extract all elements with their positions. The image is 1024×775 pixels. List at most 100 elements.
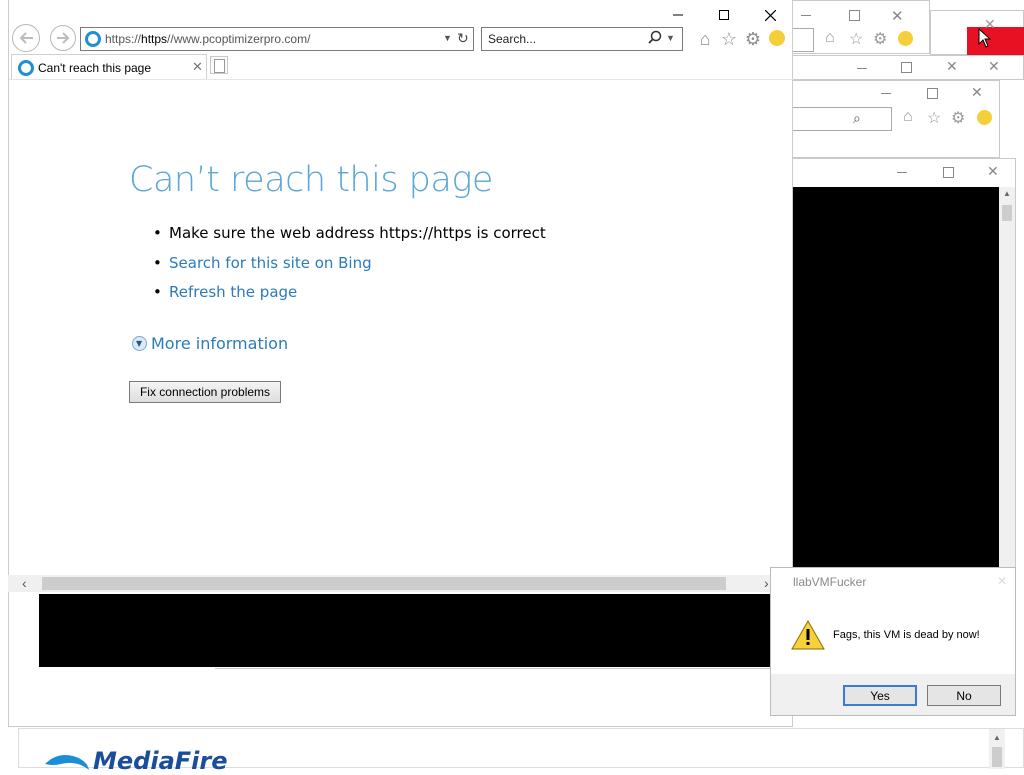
vertical-scrollbar[interactable]: ▲ [989, 729, 1005, 769]
maximize-button[interactable] [701, 0, 747, 30]
search-dropdown-icon[interactable]: ▼ [666, 33, 675, 43]
fix-connection-button[interactable]: Fix connection problems [129, 381, 281, 403]
message-dialog: llabVMFucker ✕ Fags, this VM is dead by … [770, 567, 1016, 716]
dialog-message: Fags, this VM is dead by now! [833, 629, 980, 641]
search-bing-link[interactable]: Search for this site on Bing [169, 254, 372, 272]
refresh-icon[interactable]: ↻ [457, 30, 469, 47]
mediafire-flame-icon [45, 755, 89, 770]
address-bar[interactable]: https://https//www.pcoptimizerpro.com/ ▼… [80, 27, 474, 51]
smiley-icon[interactable] [769, 30, 785, 46]
close-icon[interactable]: ✕ [988, 58, 1000, 75]
minimize-icon[interactable] [857, 68, 867, 69]
refresh-page-link[interactable]: Refresh the page [169, 283, 297, 301]
background-window-2: ✕ [930, 10, 1024, 55]
forward-arrow-icon [57, 32, 70, 44]
favorites-icon[interactable]: ☆ [719, 29, 739, 49]
maximize-icon[interactable] [927, 88, 938, 99]
black-content-area [39, 594, 773, 667]
ie-logo-icon [85, 31, 101, 47]
scroll-thumb[interactable] [42, 577, 726, 590]
ie-logo-icon [18, 60, 34, 76]
smiley-icon[interactable] [977, 110, 992, 125]
scroll-up-arrow[interactable]: ▲ [1003, 189, 1011, 198]
mediafire-logo: MediaFire [43, 747, 228, 775]
search-icon[interactable] [648, 30, 662, 47]
yes-button[interactable]: Yes [843, 685, 917, 706]
close-icon[interactable]: ✕ [946, 58, 958, 75]
close-icon[interactable]: ✕ [891, 7, 904, 25]
minimize-button[interactable] [655, 0, 701, 30]
dialog-close-icon[interactable]: ✕ [997, 574, 1007, 588]
bullet-refresh: • Refresh the page [153, 283, 298, 301]
underlying-window-edge [215, 668, 775, 669]
scroll-left-arrow[interactable]: ‹ [22, 575, 27, 591]
tab-title: Can't reach this page [38, 61, 152, 75]
minimize-icon[interactable] [881, 93, 891, 94]
bullet-search-bing: • Search for this site on Bing [153, 254, 372, 272]
warning-icon [791, 619, 825, 653]
vertical-scrollbar[interactable]: ▲ [999, 187, 1015, 567]
new-tab-button[interactable] [210, 56, 228, 74]
address-path: //www.pcoptimizerpro.com/ [167, 32, 311, 46]
cursor-arrow-icon [978, 27, 992, 48]
close-icon[interactable]: ✕ [987, 163, 999, 180]
address-fragment[interactable] [791, 28, 814, 52]
horizontal-scrollbar[interactable]: ‹ › [8, 575, 784, 592]
mouse-cursor [978, 27, 992, 51]
background-window-3: ✕ ✕ [790, 55, 1024, 80]
mediafire-brand: MediaFire [93, 747, 228, 775]
bullet-check-address: • Make sure the web address https://https… [153, 224, 546, 242]
gear-icon[interactable]: ⚙ [743, 29, 763, 49]
minimize-icon[interactable] [801, 15, 811, 16]
address-dropdown-icon[interactable]: ▼ [443, 33, 452, 43]
search-input[interactable]: Search... [488, 32, 536, 46]
minimize-icon[interactable] [897, 172, 907, 173]
no-button[interactable]: No [927, 685, 1001, 706]
address-host: https [141, 32, 168, 46]
background-window-1: ✕ ⌂ ☆ ⚙ [790, 0, 930, 54]
search-box-fragment[interactable]: ⌕ [791, 107, 892, 131]
background-window-4: ✕ ⌕ ⌂ ☆ ⚙ [790, 80, 1000, 158]
more-information-label: More information [151, 334, 289, 353]
maximize-icon [719, 10, 729, 20]
maximize-icon[interactable] [849, 10, 860, 21]
maximize-icon[interactable] [901, 62, 912, 73]
minimize-icon [673, 14, 683, 16]
tab-active[interactable]: Can't reach this page ✕ [11, 54, 207, 80]
page-title: Can’t reach this page [129, 160, 493, 200]
home-icon[interactable]: ⌂ [825, 29, 835, 47]
more-information-toggle[interactable]: ▼ More information [132, 334, 288, 353]
forward-button[interactable] [50, 25, 76, 51]
search-box[interactable]: Search... ▼ [481, 27, 683, 51]
back-button[interactable] [12, 24, 40, 52]
address-text[interactable]: https://https//www.pcoptimizerpro.com/ [105, 32, 310, 46]
background-window-mediafire: MediaFire ▲ [18, 728, 1024, 775]
magnifier-icon [648, 30, 662, 44]
home-icon[interactable]: ⌂ [903, 108, 913, 126]
scroll-thumb[interactable] [1002, 205, 1012, 221]
maximize-icon[interactable] [943, 167, 954, 178]
gear-icon[interactable]: ⚙ [873, 29, 887, 49]
close-icon [764, 9, 776, 21]
favorites-icon[interactable]: ☆ [849, 29, 863, 49]
chevron-down-icon: ▼ [132, 336, 147, 351]
scroll-up-arrow[interactable]: ▲ [993, 733, 1001, 742]
scroll-thumb[interactable] [992, 747, 1002, 767]
back-arrow-icon [19, 32, 33, 44]
search-icon[interactable]: ⌕ [853, 110, 861, 127]
warning-triangle-icon [791, 619, 825, 650]
tab-close-icon[interactable]: ✕ [192, 59, 203, 75]
dialog-footer: Yes No [771, 674, 1015, 715]
black-content-area [793, 187, 999, 567]
tab-strip-divider [9, 79, 793, 80]
gear-icon[interactable]: ⚙ [951, 108, 965, 128]
favorites-icon[interactable]: ☆ [927, 108, 941, 128]
close-button[interactable] [747, 0, 793, 30]
close-icon[interactable]: ✕ [971, 84, 983, 101]
new-tab-icon [214, 59, 225, 73]
home-icon[interactable]: ⌂ [695, 29, 715, 49]
smiley-icon[interactable] [898, 31, 913, 46]
address-scheme: https:// [105, 32, 142, 46]
scroll-right-arrow[interactable]: › [764, 575, 769, 591]
background-window-5: ✕ ▲ [790, 158, 1016, 570]
